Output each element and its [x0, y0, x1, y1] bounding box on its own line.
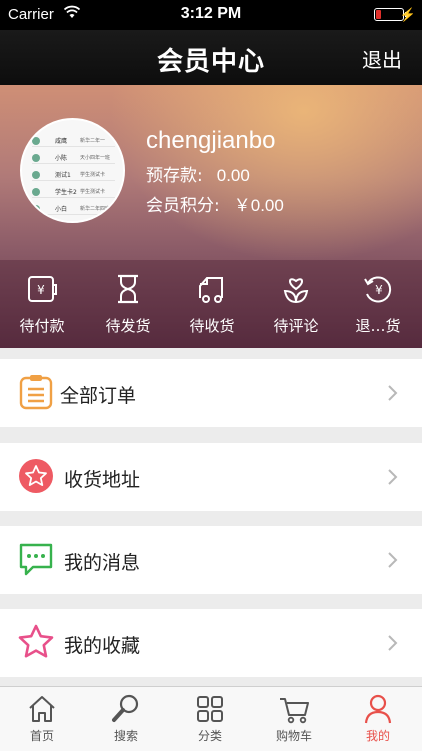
order-status-bar: ¥ 待付款 待发货 待收货 待评论 ¥ 退…货	[0, 260, 422, 348]
points-label: 会员积分:	[146, 196, 220, 216]
avatar-list-desc: 学生测试卡	[80, 172, 106, 178]
deposit-line: 预存款: 0.00	[146, 161, 250, 186]
avatar-list-name: 学生卡2	[55, 189, 77, 196]
tab-category[interactable]: 分类	[168, 687, 252, 751]
truck-icon	[199, 277, 223, 303]
username: chengjianbo	[146, 127, 276, 154]
wallet-icon: ¥	[28, 276, 57, 302]
order-pending-payment[interactable]: ¥ 待付款	[0, 260, 84, 348]
avatar-list-row: 学生卡2 学生测试卡	[32, 187, 115, 198]
order-label: 退…货	[355, 317, 401, 335]
order-label: 待评论	[273, 317, 319, 335]
points-value: ￥0.00	[233, 196, 284, 215]
nav-bar: 会员中心 退出	[0, 30, 422, 85]
menu-my-messages[interactable]: 我的消息	[0, 526, 422, 594]
order-label: 待付款	[19, 317, 65, 335]
refund-icon: ¥	[364, 276, 392, 303]
order-label: 待收货	[189, 317, 235, 335]
tab-label: 搜索	[113, 729, 138, 743]
points-line: 会员积分: ￥0.00	[146, 191, 284, 216]
tab-label: 我的	[365, 729, 390, 743]
avatar-list-row: 测试1 学生测试卡	[32, 170, 115, 181]
avatar-list-row: 咸鹰 新华二年一	[32, 136, 115, 147]
chevron-right-icon	[388, 469, 398, 485]
menu-all-orders[interactable]: 全部订单	[0, 359, 422, 427]
menu-label: 我的消息	[64, 552, 141, 574]
avatar-list-desc: 学生测试卡	[80, 189, 106, 195]
clipboard-icon	[19, 375, 53, 410]
star-circle-icon	[19, 459, 53, 493]
avatar-list-dot	[32, 171, 40, 179]
hourglass-icon	[118, 274, 138, 304]
menu-label: 收货地址	[64, 469, 141, 491]
avatar[interactable]: 咸鹰 新华二年一 小陈 天小四年一班 测试1 学生测试卡 学生卡2 学生测试卡 小白 新华二年四班	[20, 118, 125, 223]
menu-my-favorites[interactable]: 我的收藏	[0, 609, 422, 677]
avatar-list-dot	[32, 205, 40, 213]
chevron-right-icon	[388, 635, 398, 651]
logout-button[interactable]: 退出	[362, 44, 402, 73]
order-label: 待发货	[105, 317, 151, 335]
star-outline-icon	[18, 624, 54, 658]
chevron-right-icon	[388, 552, 398, 568]
avatar-list-name: 小白	[55, 206, 68, 213]
status-bar: Carrier 3:12 PM ⚡	[0, 0, 422, 30]
avatar-list-row: 小陈 天小四年一班	[32, 153, 115, 164]
menu-label: 我的收藏	[64, 635, 141, 657]
tab-search[interactable]: 搜索	[84, 687, 168, 751]
tab-label: 分类	[197, 729, 222, 743]
svg-text:¥: ¥	[37, 283, 45, 297]
user-icon	[364, 694, 392, 724]
avatar-list-dot	[32, 188, 40, 196]
deposit-label: 预存款:	[146, 166, 203, 186]
order-refund[interactable]: ¥ 退…货	[336, 260, 420, 348]
avatar-list-dot	[32, 154, 40, 162]
avatar-list-desc: 新华二年一	[80, 138, 106, 144]
tab-bar: 首页 搜索 分类 购物车 我的	[0, 686, 422, 751]
avatar-list-name: 咸鹰	[55, 138, 68, 145]
menu-shipping-address[interactable]: 收货地址	[0, 443, 422, 511]
category-icon	[197, 696, 223, 722]
order-pending-receipt[interactable]: 待收货	[170, 260, 254, 348]
page-title: 会员中心	[156, 47, 265, 77]
order-pending-shipment[interactable]: 待发货	[86, 260, 170, 348]
avatar-list-desc: 新华二年四班	[80, 206, 111, 212]
chevron-right-icon	[388, 385, 398, 401]
search-icon	[112, 694, 139, 722]
chat-icon	[19, 543, 53, 576]
tab-cart[interactable]: 购物车	[252, 687, 336, 751]
avatar-list-dot	[32, 137, 40, 145]
avatar-list-desc: 天小四年一班	[80, 155, 111, 161]
charging-icon: ⚡	[399, 7, 416, 22]
profile-header: 咸鹰 新华二年一 小陈 天小四年一班 测试1 学生测试卡 学生卡2 学生测试卡 小白 新华二年四班…	[0, 85, 422, 348]
cart-icon	[280, 698, 309, 724]
svg-text:¥: ¥	[375, 283, 383, 297]
avatar-list-name: 测试1	[55, 172, 71, 179]
tab-label: 购物车	[275, 729, 312, 743]
heart-flower-icon	[283, 278, 309, 304]
avatar-list-row: 小白 新华二年四班	[32, 204, 115, 215]
tab-label: 首页	[29, 729, 54, 743]
tab-home[interactable]: 首页	[0, 687, 84, 751]
deposit-value: 0.00	[216, 166, 250, 185]
order-pending-review[interactable]: 待评论	[254, 260, 338, 348]
avatar-list-name: 小陈	[55, 155, 68, 162]
tab-mine[interactable]: 我的	[336, 687, 420, 751]
home-icon	[29, 696, 55, 722]
status-time: 3:12 PM	[180, 5, 242, 22]
menu-label: 全部订单	[60, 385, 137, 407]
